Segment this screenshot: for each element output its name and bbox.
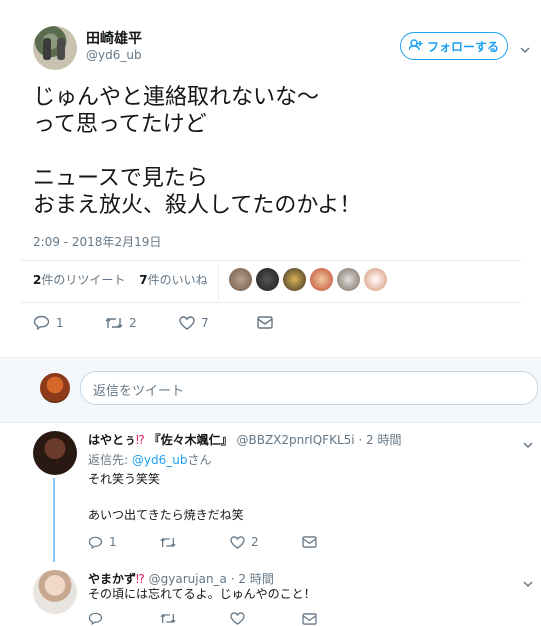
heart-icon <box>179 315 195 330</box>
reply-button[interactable]: 1 <box>33 315 105 330</box>
retweet-icon <box>160 536 176 549</box>
author-avatar[interactable] <box>33 26 77 70</box>
reply-icon <box>88 612 103 625</box>
liker-avatar[interactable] <box>364 268 387 291</box>
reply-author-name[interactable]: やまかず <box>88 572 136 586</box>
reply-count: 1 <box>109 535 117 549</box>
reply-tweet[interactable]: やまかず⁉ @gyarujan_a · 2 時間 その頃には忘れてるよ。じゅんや… <box>0 562 541 626</box>
follow-label: フォローする <box>426 39 499 54</box>
reply-actions <box>88 612 317 625</box>
retweet-button[interactable]: 2 <box>105 316 179 330</box>
likers-avatars <box>229 268 387 291</box>
dm-button[interactable] <box>257 316 273 329</box>
like-button[interactable]: 2 <box>230 535 302 549</box>
retweet-icon <box>105 316 123 330</box>
reply-time[interactable]: · 2 時間 <box>358 433 401 447</box>
reply-time[interactable]: · 2 時間 <box>231 572 274 586</box>
heart-icon <box>230 535 245 549</box>
like-count: 2 <box>251 535 259 549</box>
reply-author-handle[interactable]: @gyarujan_a <box>149 572 227 586</box>
retweets-label: 件のリツイート <box>41 273 126 287</box>
reply-icon <box>88 536 103 549</box>
like-button[interactable]: 7 <box>179 316 257 330</box>
author-name[interactable]: 田崎雄平 <box>86 28 142 48</box>
reply-button[interactable] <box>88 612 160 625</box>
reply-text: それ笑う笑笑 あいつ出てきたら焼きだね笑 <box>88 472 244 522</box>
follow-button[interactable]: フォローする <box>400 32 508 60</box>
like-button[interactable] <box>230 612 302 625</box>
reply-to-suffix: さん <box>187 453 212 467</box>
author-handle[interactable]: @yd6_ub <box>86 48 142 62</box>
reply-header: はやとぅ⁉ 『佐々木颯仁』 @BBZX2pnrIQFKL5i · 2 時間 <box>88 431 402 448</box>
tweet-actions: 1 2 7 <box>33 315 273 330</box>
reply-input[interactable]: 返信をツイート <box>80 371 538 405</box>
reply-to-handle[interactable]: @yd6_ub <box>132 453 188 467</box>
retweet-icon <box>160 612 176 625</box>
divider <box>20 302 521 303</box>
envelope-icon <box>302 536 317 548</box>
reply-to: 返信先: @yd6_ubさん <box>88 451 211 468</box>
chevron-down-icon[interactable] <box>523 435 533 449</box>
tweet-timestamp[interactable]: 2:09 - 2018年2月19日 <box>33 233 161 250</box>
reply-actions: 1 2 <box>88 535 317 549</box>
my-avatar <box>40 373 70 403</box>
tweet-stats: 2件のリツイート 7件のいいね <box>33 271 218 288</box>
liker-avatar[interactable] <box>283 268 306 291</box>
like-count: 7 <box>201 315 209 330</box>
liker-avatar[interactable] <box>229 268 252 291</box>
dm-button[interactable] <box>302 612 317 625</box>
envelope-icon <box>257 316 273 329</box>
follow-icon <box>408 38 423 54</box>
reply-compose: 返信をツイート <box>0 357 541 423</box>
divider <box>218 266 219 300</box>
chevron-down-icon[interactable] <box>523 574 533 588</box>
retweet-button[interactable] <box>160 536 230 549</box>
likes-count: 7 <box>139 273 148 287</box>
thread-line <box>53 478 55 562</box>
reply-to-prefix: 返信先: <box>88 453 129 467</box>
reply-author-name-suffix[interactable]: 『佐々木颯仁』 <box>149 433 233 447</box>
exclamation-question-icon: ⁉ <box>136 572 145 586</box>
likes-label: 件のいいね <box>147 273 208 287</box>
chevron-down-icon[interactable] <box>520 40 530 54</box>
liker-avatar[interactable] <box>337 268 360 291</box>
envelope-icon <box>302 612 317 625</box>
tweet-text: じゅんやと連絡取れないな〜 って思ってたけど ニュースで見たら おまえ放火、殺人… <box>33 85 362 218</box>
reply-button[interactable]: 1 <box>88 535 160 549</box>
reply-tweet[interactable]: はやとぅ⁉ 『佐々木颯仁』 @BBZX2pnrIQFKL5i · 2 時間 返信… <box>0 423 541 558</box>
retweet-count: 2 <box>129 315 137 330</box>
heart-icon <box>230 612 245 625</box>
reply-avatar[interactable] <box>33 431 77 475</box>
divider <box>20 260 521 261</box>
likes-stat[interactable]: 7件のいいね <box>139 273 207 287</box>
reply-count: 1 <box>56 315 64 330</box>
liker-avatar[interactable] <box>256 268 279 291</box>
retweets-stat[interactable]: 2件のリツイート <box>33 273 125 287</box>
reply-text: その頃には忘れてるよ。じゅんやのこと！ <box>88 587 316 601</box>
retweet-button[interactable] <box>160 612 230 625</box>
liker-avatar[interactable] <box>310 268 333 291</box>
exclamation-question-icon: ⁉ <box>136 433 145 447</box>
reply-avatar[interactable] <box>33 570 77 614</box>
reply-author-name[interactable]: はやとぅ <box>88 433 136 447</box>
dm-button[interactable] <box>302 536 317 548</box>
reply-icon <box>33 315 50 330</box>
reply-author-handle[interactable]: @BBZX2pnrIQFKL5i <box>236 433 354 447</box>
